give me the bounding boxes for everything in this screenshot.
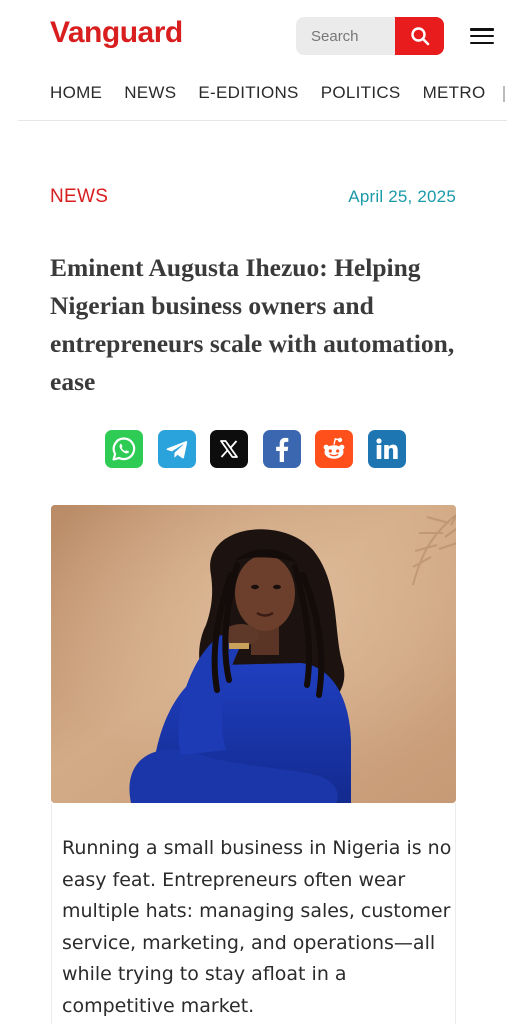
article-featured-image — [51, 505, 456, 803]
telegram-icon — [166, 441, 187, 459]
nav-item-metro[interactable]: METRO — [423, 83, 486, 103]
search-input[interactable] — [296, 17, 395, 55]
share-whatsapp-button[interactable] — [105, 430, 143, 468]
site-logo[interactable]: Vanguard — [50, 16, 183, 50]
share-facebook-button[interactable] — [262, 430, 301, 468]
whatsapp-icon — [112, 437, 136, 461]
facebook-icon — [275, 437, 288, 462]
header-divider — [18, 120, 507, 121]
hamburger-menu-icon[interactable] — [470, 26, 494, 46]
nav-item-news[interactable]: NEWS — [124, 83, 176, 103]
x-icon — [220, 440, 238, 458]
share-linkedin-button[interactable] — [367, 430, 406, 468]
search-button[interactable] — [395, 17, 444, 55]
share-bar — [105, 430, 406, 468]
nav-item-e-editions[interactable]: E-EDITIONS — [198, 83, 298, 103]
nav-item-home[interactable]: HOME — [50, 83, 102, 103]
nav-divider — [503, 86, 505, 102]
portrait-photo — [51, 505, 456, 803]
article-category[interactable]: NEWS — [50, 186, 108, 208]
search-bar — [296, 17, 444, 55]
article-body-paragraph: Running a small business in Nigeria is n… — [62, 837, 452, 1017]
site-header: Vanguard HOME NEWS E-EDITIONS POLITICS M… — [0, 0, 507, 120]
linkedin-icon — [375, 438, 398, 459]
article-headline: Eminent Augusta Ihezuo: Helping Nigerian… — [50, 253, 455, 396]
share-reddit-button[interactable] — [315, 430, 353, 468]
main-nav: HOME NEWS E-EDITIONS POLITICS METRO — [50, 83, 507, 103]
share-telegram-button[interactable] — [157, 430, 196, 468]
share-x-button[interactable] — [210, 430, 248, 468]
article-date: April 25, 2025 — [348, 187, 456, 206]
reddit-icon — [323, 437, 345, 459]
nav-item-politics[interactable]: POLITICS — [321, 83, 401, 103]
search-icon — [410, 27, 429, 46]
